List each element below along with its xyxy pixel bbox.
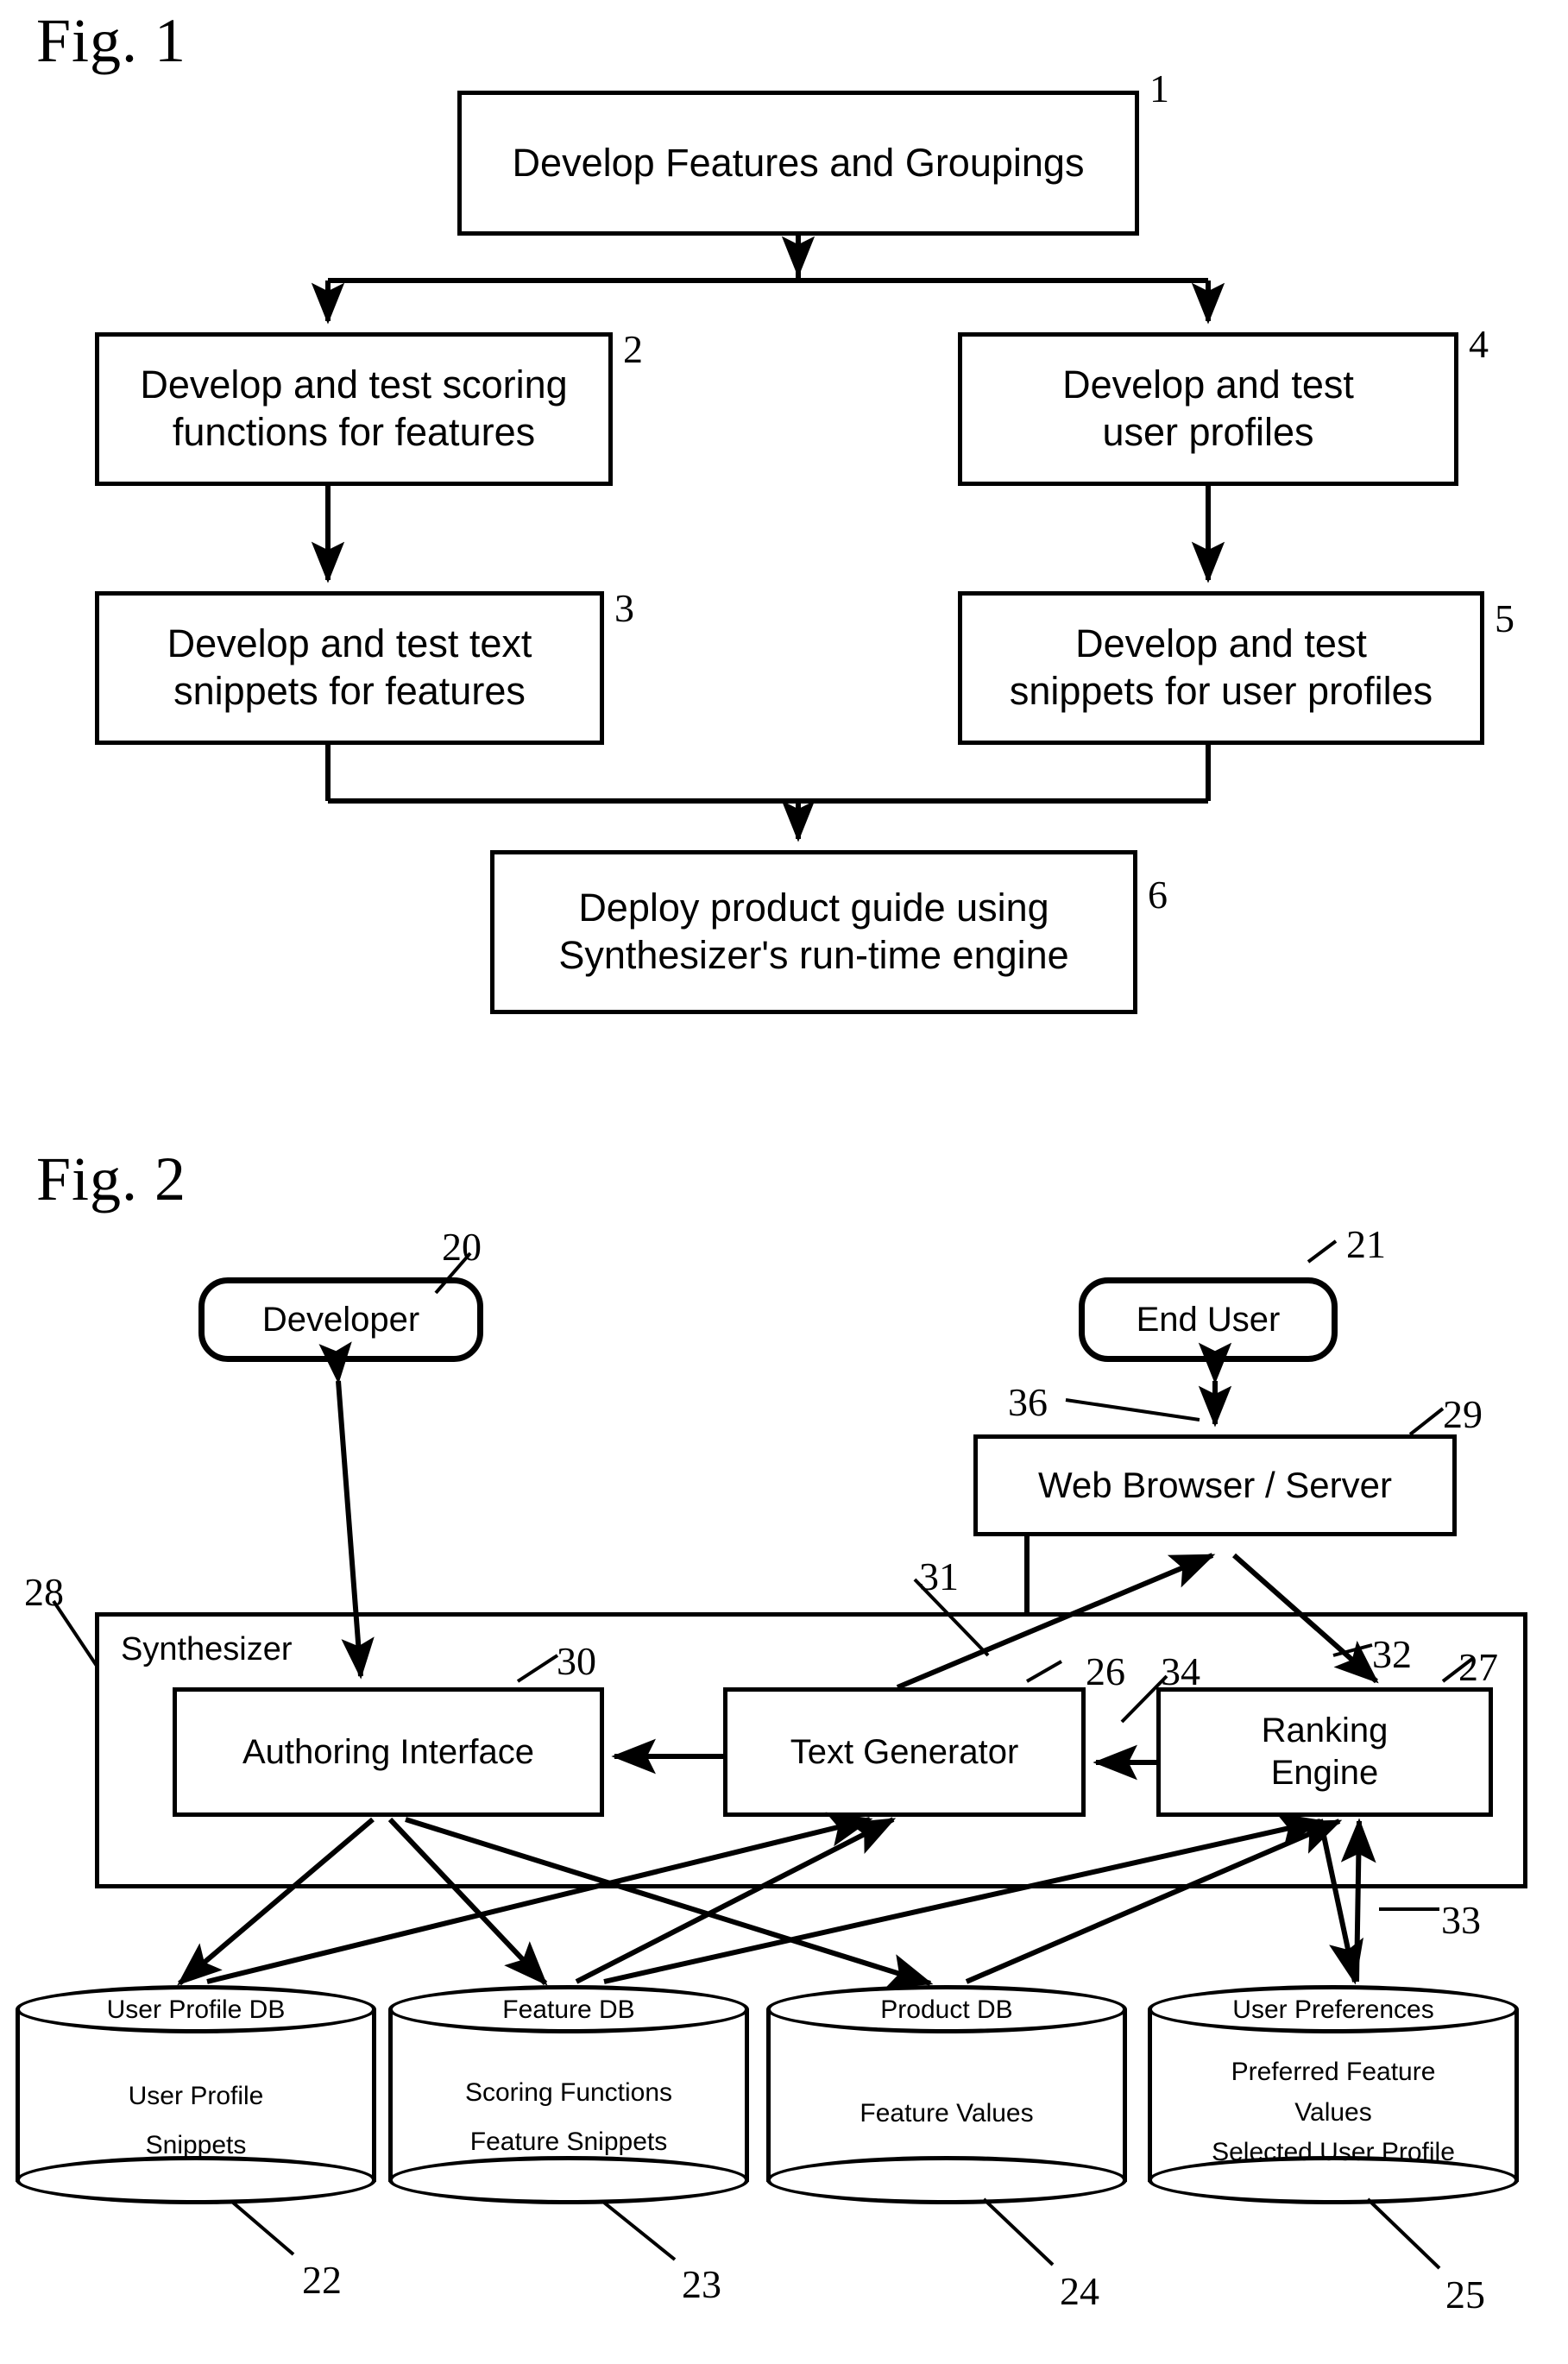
fig2-component-text-generator: Text Generator	[723, 1687, 1086, 1817]
fig2-authoring-interface-label: Authoring Interface	[242, 1732, 534, 1771]
fig1-ref-1: 1	[1149, 66, 1169, 110]
fig2-end-user-label: End User	[1136, 1300, 1281, 1339]
database-content-line: Preferred Feature	[1231, 2058, 1436, 2086]
fig2-ref-28: 28	[24, 1570, 64, 1614]
fig2-ref-29: 29	[1443, 1392, 1483, 1436]
fig2-ref-36: 36	[1008, 1380, 1048, 1424]
fig2-ref-24: 24	[1060, 2269, 1099, 2313]
fig2-ref-27: 27	[1458, 1645, 1498, 1689]
fig1-step-deploy-product-guide: Deploy product guide using Synthesizer's…	[490, 850, 1137, 1014]
fig2-component-ranking-engine: Ranking Engine	[1156, 1687, 1493, 1817]
fig2-ref-21: 21	[1346, 1222, 1386, 1266]
fig2-text-generator-label: Text Generator	[790, 1732, 1019, 1771]
database-content-line: Values	[1294, 2097, 1372, 2127]
fig1-ref-2: 2	[623, 327, 643, 371]
figure-2-title: Fig. 2	[36, 1144, 187, 1214]
fig2-ref-20: 20	[442, 1225, 482, 1269]
database-title: User Profile DB	[106, 1995, 286, 2024]
fig1-step-3-label: Develop and test text snippets for featu…	[167, 621, 532, 713]
fig2-ref-32: 32	[1372, 1632, 1412, 1676]
fig2-developer-label: Developer	[261, 1300, 420, 1339]
cylinder-bottom-ellipse	[766, 2156, 1127, 2204]
fig2-database-user-profile-db: User Profile DB User Profile Snippets	[16, 1985, 376, 2205]
patent-figure-sheet: Fig. 1 Develop Features and Groupings 1 …	[0, 0, 1568, 2364]
fig1-ref-6: 6	[1148, 873, 1168, 917]
fig1-step-5-label: Develop and test snippets for user profi…	[1009, 621, 1433, 713]
fig1-step-develop-scoring-functions: Develop and test scoring functions for f…	[95, 332, 613, 486]
fig2-database-feature-db: Feature DB Scoring Functions Feature Sni…	[388, 1985, 749, 2205]
fig2-ref-33: 33	[1441, 1898, 1481, 1942]
fig1-step-develop-profile-snippets: Develop and test snippets for user profi…	[958, 591, 1484, 745]
fig1-ref-4: 4	[1469, 322, 1489, 366]
fig2-ref-23: 23	[682, 2262, 721, 2306]
fig2-ref-34: 34	[1161, 1649, 1200, 1693]
fig2-component-web-browser-server: Web Browser / Server	[973, 1434, 1457, 1536]
fig2-ref-22: 22	[302, 2258, 342, 2302]
fig2-actor-end-user: End User	[1079, 1277, 1338, 1362]
fig1-ref-5: 5	[1495, 596, 1514, 640]
fig2-ranking-engine-label: Ranking Engine	[1261, 1712, 1389, 1792]
database-content-line: Scoring Functions	[464, 2078, 673, 2107]
fig1-step-develop-features-and-groupings: Develop Features and Groupings	[457, 91, 1139, 236]
database-content-line: User Profile	[128, 2082, 264, 2110]
fig1-step-develop-text-snippets: Develop and test text snippets for featu…	[95, 591, 604, 745]
fig1-step-develop-user-profiles: Develop and test user profiles	[958, 332, 1458, 486]
fig1-step-6-label: Deploy product guide using Synthesizer's…	[558, 886, 1069, 977]
figure-1-title: Fig. 1	[36, 6, 187, 75]
fig2-database-product-db: Product DB Feature Values	[766, 1985, 1127, 2205]
fig2-ref-30: 30	[557, 1639, 596, 1683]
fig2-ref-26: 26	[1086, 1649, 1125, 1693]
database-content-line: Feature Values	[860, 2099, 1034, 2128]
fig2-synthesizer-label: Synthesizer	[121, 1631, 293, 1667]
fig2-web-browser-label: Web Browser / Server	[1037, 1465, 1392, 1506]
database-title: Feature DB	[502, 1995, 635, 2024]
fig2-database-user-preferences: User Preferences Preferred Feature Value…	[1148, 1985, 1519, 2205]
fig2-component-authoring-interface: Authoring Interface	[173, 1687, 604, 1817]
database-contents: Preferred Feature Values Selected User P…	[1153, 2052, 1514, 2173]
database-content-line: Feature Snippets	[469, 2128, 668, 2156]
fig1-step-4-label: Develop and test user profiles	[1062, 362, 1354, 454]
database-title: Product DB	[880, 1995, 1013, 2024]
fig1-ref-3: 3	[614, 586, 634, 630]
database-title: User Preferences	[1232, 1995, 1434, 2024]
database-content-line: Selected User Profile	[1212, 2138, 1455, 2166]
database-content-line: Snippets	[145, 2131, 247, 2159]
database-contents: User Profile Snippets	[21, 2071, 371, 2170]
fig2-ref-25: 25	[1445, 2273, 1485, 2317]
database-contents: Feature Values	[771, 2089, 1122, 2138]
fig1-step-2-label: Develop and test scoring functions for f…	[140, 362, 568, 454]
fig1-step-1-label: Develop Features and Groupings	[512, 140, 1085, 185]
fig2-actor-developer: Developer	[198, 1277, 483, 1362]
fig2-ref-31: 31	[919, 1554, 959, 1598]
database-contents: Scoring Functions Feature Snippets	[394, 2068, 744, 2166]
